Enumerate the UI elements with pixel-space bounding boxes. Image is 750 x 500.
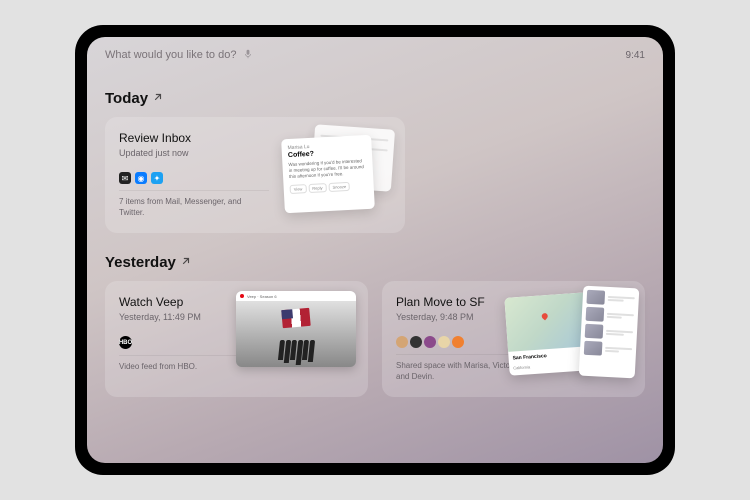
avatar	[410, 336, 422, 348]
card-plan-move-sf[interactable]: Plan Move to SF Yesterday, 9:48 PM Share…	[382, 281, 645, 397]
preview-action: View	[289, 184, 306, 194]
preview-body: Was wondering if you'd be interested in …	[288, 158, 367, 180]
video-preview-thumb: Veep · Season 6	[236, 291, 356, 367]
section-header-yesterday[interactable]: Yesterday	[105, 253, 645, 271]
card-watch-veep[interactable]: Watch Veep Yesterday, 11:49 PM HBO Video…	[105, 281, 368, 397]
video-title: Veep · Season 6	[247, 294, 277, 299]
content-area: Today Review Inbox Updated just now ✉ ◉ …	[87, 89, 663, 463]
avatar	[396, 336, 408, 348]
sf-preview-thumb: San Francisco California	[507, 287, 637, 387]
section-today: Today Review Inbox Updated just now ✉ ◉ …	[105, 89, 645, 233]
messenger-icon: ◉	[135, 172, 147, 184]
mic-icon[interactable]	[244, 49, 252, 62]
preview-card-front: Marisa Lu Coffee? Was wondering if you'd…	[281, 135, 375, 214]
card-review-inbox[interactable]: Review Inbox Updated just now ✉ ◉ ✦ 7 it…	[105, 117, 405, 233]
status-clock: 9:41	[626, 50, 645, 61]
listing-preview-card	[579, 286, 640, 379]
avatar	[424, 336, 436, 348]
twitter-icon: ✦	[151, 172, 163, 184]
card-footer: Video feed from HBO.	[119, 355, 248, 373]
section-title-label: Today	[105, 90, 148, 107]
section-header-today[interactable]: Today	[105, 89, 645, 107]
avatar	[438, 336, 450, 348]
video-title-bar: Veep · Season 6	[236, 291, 356, 301]
card-footer: Shared space with Marisa, Victoria, and …	[396, 354, 525, 383]
expand-arrow-icon	[153, 89, 163, 107]
search-prompt[interactable]: What would you like to do?	[105, 49, 626, 62]
topbar: What would you like to do? 9:41	[87, 37, 663, 73]
preview-action: Reply	[308, 183, 327, 193]
record-dot-icon	[240, 294, 244, 298]
avatar	[452, 336, 464, 348]
expand-arrow-icon	[181, 253, 191, 271]
flag-icon	[281, 308, 310, 328]
map-area	[504, 292, 590, 352]
mail-icon: ✉	[119, 172, 131, 184]
tablet-frame: What would you like to do? 9:41 Today Re…	[75, 25, 675, 475]
map-pin-icon	[541, 312, 549, 320]
inbox-preview-thumb: Marisa Lu Coffee? Was wondering if you'd…	[283, 127, 393, 217]
card-footer: 7 items from Mail, Messenger, and Twitte…	[119, 190, 269, 219]
search-placeholder: What would you like to do?	[105, 49, 236, 61]
section-yesterday: Yesterday Watch Veep Yesterday, 11:49 PM…	[105, 253, 645, 397]
preview-action: Snooze	[328, 181, 350, 191]
hbo-icon: HBO	[119, 336, 132, 349]
section-title-label: Yesterday	[105, 254, 176, 271]
home-screen: What would you like to do? 9:41 Today Re…	[87, 37, 663, 463]
video-still	[236, 301, 356, 367]
